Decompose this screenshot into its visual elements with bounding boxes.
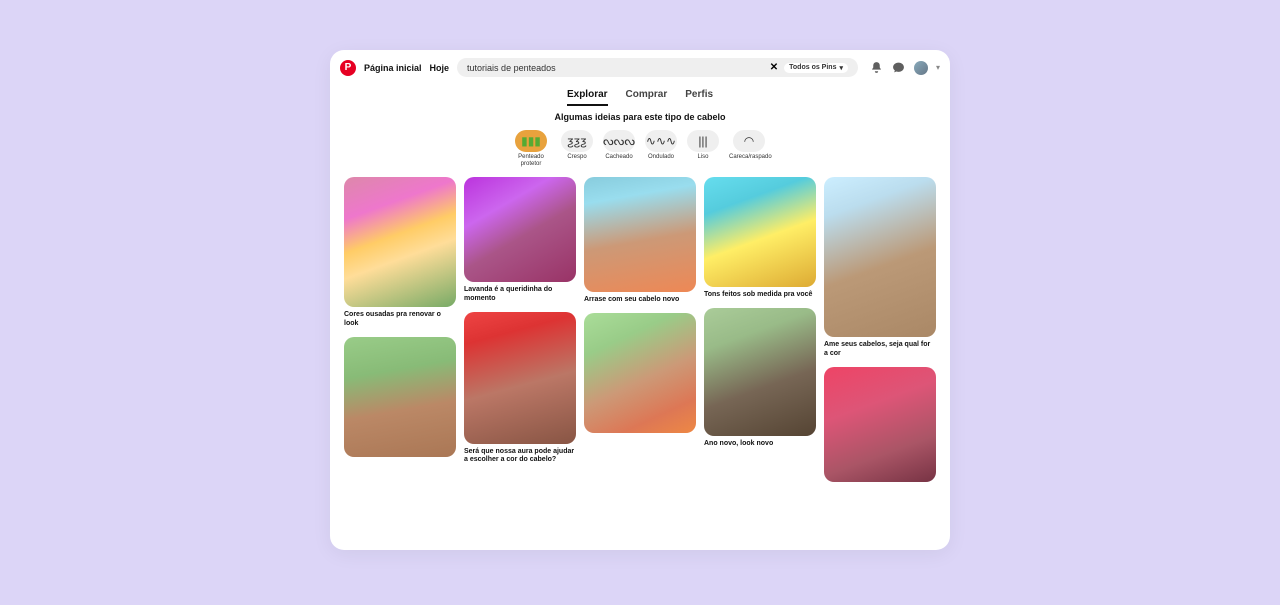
section-subtitle: Algumas ideias para este tipo de cabelo xyxy=(330,112,950,130)
pin-image[interactable] xyxy=(344,177,456,307)
filter-straight[interactable]: ||| Liso xyxy=(687,130,719,167)
pin-title: Arrase com seu cabelo novo xyxy=(584,292,696,305)
nav-today[interactable]: Hoje xyxy=(430,63,450,73)
account-menu-chevron-icon[interactable]: ▾ xyxy=(936,63,940,72)
filter-protective[interactable]: ▮▮▮ Penteado protetor xyxy=(511,130,551,167)
pin[interactable]: Ame seus cabelos, seja qual for a cor xyxy=(824,177,936,359)
app-window: P Página inicial Hoje ✕ Todos os Pins ▾ … xyxy=(330,50,950,550)
pin-title: Ame seus cabelos, seja qual for a cor xyxy=(824,337,936,359)
pin[interactable]: Tons feitos sob medida pra você xyxy=(704,177,816,300)
header-actions: ▾ xyxy=(866,61,940,75)
filter-straight-icon: ||| xyxy=(687,130,719,152)
pin-image[interactable] xyxy=(464,177,576,282)
tab-bar: Explorar Comprar Perfis xyxy=(330,85,950,112)
filter-wavy[interactable]: ∿∿∿ Ondulado xyxy=(645,130,677,167)
pin[interactable] xyxy=(584,313,696,437)
pin[interactable]: Cores ousadas pra renovar o look xyxy=(344,177,456,329)
nav-home[interactable]: Página inicial xyxy=(364,63,422,73)
tab-profiles[interactable]: Perfis xyxy=(685,89,713,106)
filter-protective-icon: ▮▮▮ xyxy=(515,130,547,152)
pin-image[interactable] xyxy=(704,308,816,436)
pin-image[interactable] xyxy=(584,313,696,433)
pin-title xyxy=(824,482,936,486)
filter-coily-icon: ƺƺƺ xyxy=(561,130,593,152)
search-input[interactable] xyxy=(467,63,764,73)
pin-image[interactable] xyxy=(344,337,456,457)
pin-title: Tons feitos sob medida pra você xyxy=(704,287,816,300)
pin[interactable] xyxy=(824,367,936,486)
pin-image[interactable] xyxy=(464,312,576,444)
filter-curly[interactable]: ᔓᔓᔓ Cacheado xyxy=(603,130,635,167)
filter-label: Ondulado xyxy=(648,154,674,161)
notifications-icon[interactable] xyxy=(870,61,884,75)
filter-bald-icon: ◠ xyxy=(733,130,765,152)
filter-curly-icon: ᔓᔓᔓ xyxy=(603,130,635,152)
pin[interactable] xyxy=(344,337,456,461)
pin-image[interactable] xyxy=(584,177,696,292)
filter-coily[interactable]: ƺƺƺ Crespo xyxy=(561,130,593,167)
pin-grid[interactable]: Cores ousadas pra renovar o look Lavanda… xyxy=(330,177,950,550)
tab-explore[interactable]: Explorar xyxy=(567,89,608,106)
pin-image[interactable] xyxy=(704,177,816,287)
pin[interactable]: Será que nossa aura pode ajudar a escolh… xyxy=(464,312,576,466)
pin-title: Cores ousadas pra renovar o look xyxy=(344,307,456,329)
user-avatar[interactable] xyxy=(914,61,928,75)
pin[interactable]: Lavanda é a queridinha do momento xyxy=(464,177,576,304)
pin-title: Lavanda é a queridinha do momento xyxy=(464,282,576,304)
chevron-down-icon: ▾ xyxy=(839,64,843,72)
pin-title: Ano novo, look novo xyxy=(704,436,816,449)
filter-label: Careca/raspado xyxy=(729,154,769,161)
pin-title: Será que nossa aura pode ajudar a escolh… xyxy=(464,444,576,466)
pin-title xyxy=(344,457,456,461)
filter-wavy-icon: ∿∿∿ xyxy=(645,130,677,152)
filter-bald[interactable]: ◠ Careca/raspado xyxy=(729,130,769,167)
filter-label: Cacheado xyxy=(605,154,632,161)
filter-label: Crespo xyxy=(567,154,586,161)
search-scope-pill[interactable]: Todos os Pins ▾ xyxy=(784,63,848,73)
pinterest-logo-icon[interactable]: P xyxy=(340,60,356,76)
hair-filter-row: ▮▮▮ Penteado protetor ƺƺƺ Crespo ᔓᔓᔓ Cac… xyxy=(330,130,950,177)
filter-label: Liso xyxy=(697,154,708,161)
search-scope-label: Todos os Pins xyxy=(789,64,836,71)
header-bar: P Página inicial Hoje ✕ Todos os Pins ▾ … xyxy=(330,50,950,85)
pin-title xyxy=(584,433,696,437)
pin-image[interactable] xyxy=(824,367,936,482)
pin-image[interactable] xyxy=(824,177,936,337)
messages-icon[interactable] xyxy=(892,61,906,75)
search-bar[interactable]: ✕ Todos os Pins ▾ xyxy=(457,58,858,77)
pin[interactable]: Ano novo, look novo xyxy=(704,308,816,449)
pin[interactable]: Arrase com seu cabelo novo xyxy=(584,177,696,305)
clear-icon[interactable]: ✕ xyxy=(770,62,778,73)
tab-shop[interactable]: Comprar xyxy=(626,89,668,106)
filter-label: Penteado protetor xyxy=(511,154,551,167)
